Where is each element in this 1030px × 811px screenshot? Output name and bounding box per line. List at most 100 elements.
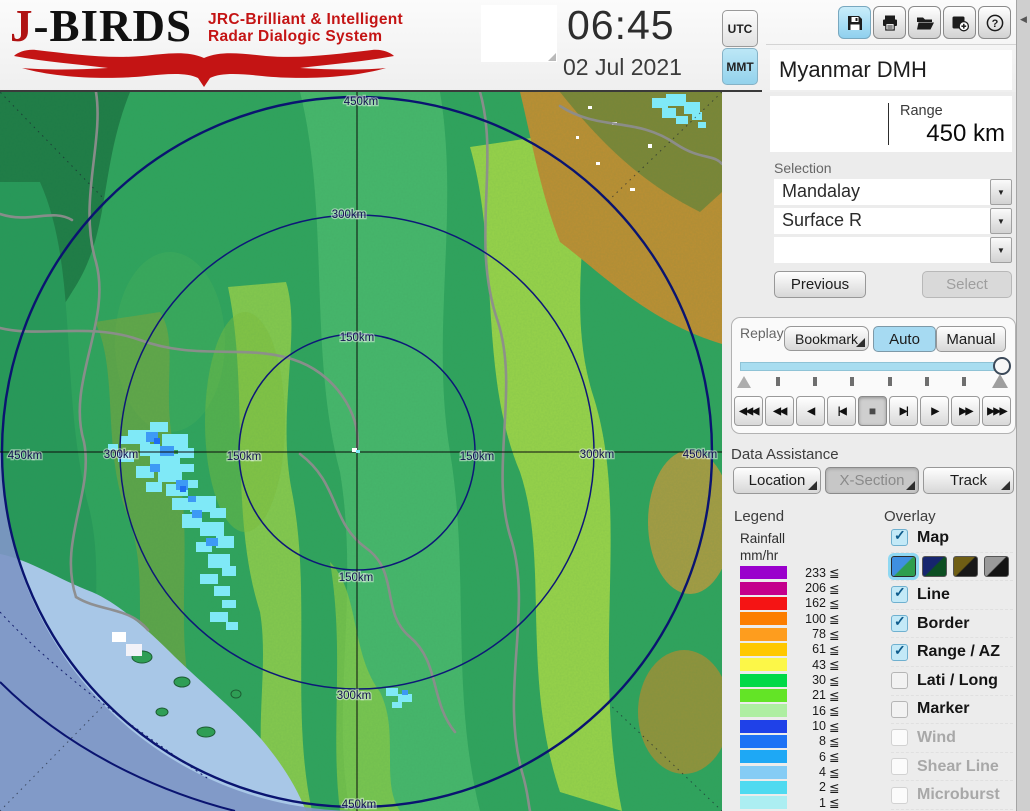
timeline-start-marker (737, 376, 751, 388)
ring-label: 150km (460, 451, 495, 463)
open-file-button[interactable] (908, 6, 941, 39)
chevron-down-icon[interactable]: ▼ (990, 237, 1012, 263)
overlay-label-marker: Marker (917, 700, 970, 718)
radar-map[interactable]: 450km 300km 150km 450km 300km 150km 150km 300km… (0, 92, 722, 811)
overlay-title: Overlay (884, 508, 936, 525)
legend-row: 162 ≦ (740, 596, 860, 611)
map-style-dark[interactable] (922, 555, 947, 577)
legend-color-swatch (740, 796, 787, 810)
timezone-mmt-button[interactable]: MMT (722, 48, 758, 85)
legend-leq-sign: ≦ (829, 627, 840, 642)
legend-leq-sign: ≦ (829, 750, 840, 765)
overlay-row-lati-long: Lati / Long (891, 667, 1013, 696)
legend-row: 78 ≦ (740, 626, 860, 642)
legend-color-swatch (740, 566, 787, 580)
checkbox-shear-line[interactable] (891, 758, 908, 776)
legend-row: 100 ≦ (740, 611, 860, 626)
step-back-button[interactable]: |◀ (827, 396, 856, 426)
data-assistance-label: Data Assistance (731, 446, 839, 463)
clock-display-box (481, 5, 557, 62)
overlay-checklist: ✓ Map ✓ Line ✓ Border ✓ Range / AZ Lati / Long Ma… (891, 524, 1013, 810)
map-style-terrain[interactable] (891, 555, 916, 577)
select-button[interactable]: Select (922, 271, 1012, 298)
previous-button[interactable]: Previous (774, 271, 866, 298)
checkbox-lati-long[interactable] (891, 672, 908, 690)
checkbox-microburst[interactable] (891, 786, 908, 804)
checkbox-wind[interactable] (891, 729, 908, 747)
range-divider (888, 103, 889, 145)
jump-end-button[interactable]: ▶▶▶ (982, 396, 1011, 426)
map-style-gray[interactable] (984, 555, 1009, 577)
jump-start-button[interactable]: ◀◀◀ (734, 396, 763, 426)
ring-label: 150km (227, 451, 262, 463)
map-style-olive[interactable] (953, 555, 978, 577)
legend-title: Legend (734, 508, 785, 525)
overlay-label-map: Map (917, 528, 949, 546)
checkbox-map[interactable]: ✓ (891, 527, 908, 547)
legend-value: 162 (805, 596, 826, 611)
overlay-row-line: ✓ Line (891, 581, 1013, 610)
manual-mode-button[interactable]: Manual (936, 326, 1006, 352)
ring-label: 300km (332, 209, 367, 221)
replay-timeline-track[interactable] (740, 362, 1008, 371)
print-icon (882, 15, 897, 31)
legend-leq-sign: ≦ (829, 566, 840, 581)
selection-label: Selection (774, 160, 832, 176)
rainfall-legend: 233 ≦ 206 ≦ 162 ≦ 100 ≦ 78 ≦ 61 ≦ 43 ≦ 30 ≦ 21 ≦ 16 ≦ 10 ≦ 8 ≦ 6… (740, 565, 860, 811)
chevron-down-icon[interactable]: ▼ (990, 208, 1012, 234)
play-reverse-button[interactable]: ◀ (796, 396, 825, 426)
checkbox-range-az[interactable]: ✓ (891, 642, 908, 661)
timezone-utc-button[interactable]: UTC (722, 10, 758, 47)
overlay-label-shear-line: Shear Line (917, 757, 999, 775)
x-section-button[interactable]: X-Section (825, 467, 919, 494)
ring-label: 450km (683, 449, 718, 461)
legend-value: 206 (805, 581, 826, 596)
panel-splitter[interactable]: ◀ (1016, 0, 1030, 811)
overlay-row-wind: Wind (891, 724, 1013, 753)
corner-fold-icon (856, 338, 865, 347)
legend-value: 1 (819, 795, 826, 810)
legend-color-swatch (740, 704, 787, 718)
checkbox-line[interactable]: ✓ (891, 584, 908, 604)
legend-value: 30 (812, 673, 826, 688)
overlay-label-wind: Wind (917, 728, 956, 746)
bookmark-button[interactable]: Bookmark (784, 326, 869, 351)
legend-color-swatch (740, 688, 787, 702)
logo-title: J-BIRDS (10, 3, 192, 49)
fast-forward-button[interactable]: ▶▶ (951, 396, 980, 426)
legend-value: 43 (812, 657, 826, 672)
chevron-down-icon[interactable]: ▼ (990, 179, 1012, 205)
checkbox-border[interactable]: ✓ (891, 613, 908, 633)
checkbox-marker[interactable] (891, 700, 908, 718)
overlay-row-range-az: ✓ Range / AZ (891, 638, 1013, 667)
add-window-button[interactable] (943, 6, 976, 39)
track-button[interactable]: Track (923, 467, 1014, 494)
play-button[interactable]: ▶ (920, 396, 949, 426)
auto-mode-button[interactable]: Auto (873, 326, 936, 352)
legend-row: 2 ≦ (740, 780, 860, 795)
site-dropdown[interactable]: Mandalay ▼ (774, 179, 1012, 205)
fast-rewind-button[interactable]: ◀◀ (765, 396, 794, 426)
legend-row: 8 ≦ (740, 734, 860, 749)
save-button[interactable] (838, 6, 871, 39)
legend-row: 43 ≦ (740, 657, 860, 672)
print-button[interactable] (873, 6, 906, 39)
location-button[interactable]: Location (733, 467, 821, 494)
legend-leq-sign: ≦ (829, 780, 840, 795)
legend-unit-line1: Rainfall (740, 531, 786, 546)
legend-color-swatch (740, 658, 787, 672)
extra-dropdown[interactable]: ▼ (774, 237, 1012, 263)
logo-title-j: J (10, 1, 34, 51)
product-dropdown[interactable]: Surface R ▼ (774, 208, 1012, 234)
step-forward-button[interactable]: ▶| (889, 396, 918, 426)
replay-timeline-handle[interactable] (993, 357, 1011, 375)
map-style-selector (891, 555, 1009, 577)
stop-button[interactable]: ■ (858, 396, 887, 426)
range-value: 450 km (926, 120, 1005, 147)
help-button[interactable]: ? (978, 6, 1011, 39)
legend-value: 61 (812, 642, 826, 657)
legend-value: 78 (812, 627, 826, 642)
timeline-tick (888, 377, 892, 386)
timeline-tick (925, 377, 929, 386)
timeline-tick (813, 377, 817, 386)
